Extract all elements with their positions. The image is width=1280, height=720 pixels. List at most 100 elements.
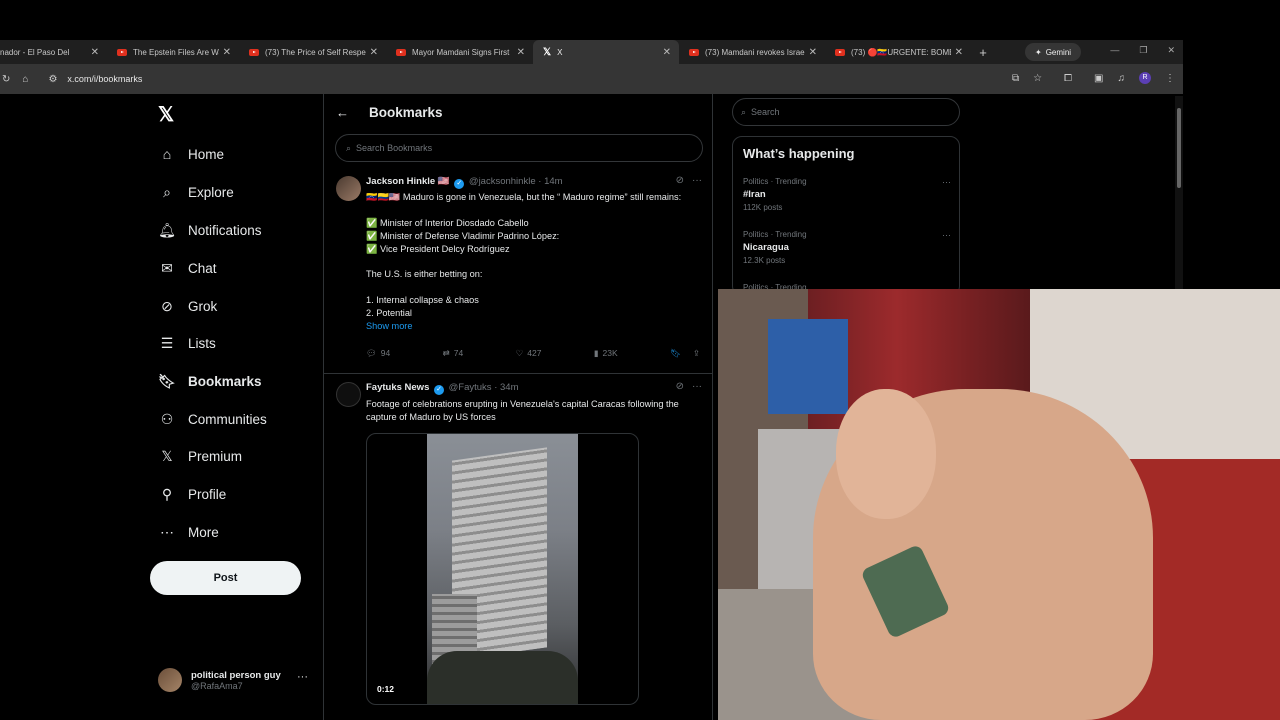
close-tab-icon[interactable]: ✕	[517, 47, 525, 58]
tab-3[interactable]: Mayor Mamdani Signs First ✕	[386, 40, 533, 64]
tab-2[interactable]: (73) The Price of Self Respect ✕	[239, 40, 386, 64]
grok-icon[interactable]: ⊘	[676, 381, 684, 392]
tab-title: Mayor Mamdani Signs First	[412, 47, 510, 57]
post-button[interactable]: Post	[150, 561, 301, 595]
page-title: Bookmarks	[369, 104, 443, 120]
trend-item[interactable]: Politics · Trending #Iran 112K posts ···	[743, 177, 951, 212]
gemini-button[interactable]: ✦ Gemini	[1025, 43, 1082, 61]
like-button[interactable]: ♡ 427	[516, 348, 542, 359]
reload-icon[interactable]: ↻	[2, 74, 10, 85]
close-window-icon[interactable]: ✕	[1167, 45, 1175, 56]
account-switcher[interactable]: political person guy @RafaAma7 ···	[158, 665, 318, 695]
trend-posts: 12.3K posts	[743, 256, 786, 265]
tweet[interactable]: Faytuks News ✓ @Faytuks · 34m ⊘ ··· Foot…	[324, 378, 712, 718]
video-frame	[427, 434, 578, 704]
sidebar-item-label: More	[188, 524, 219, 540]
tab-6[interactable]: (73) 🔴🇻🇪URGENTE: BOMBA ✕	[825, 40, 971, 64]
close-tab-icon[interactable]: ✕	[663, 47, 671, 58]
install-app-icon[interactable]: ⧉	[1012, 73, 1019, 84]
sidebar-item-label: Lists	[188, 335, 216, 351]
tweet-tools: ⊘ ···	[676, 381, 702, 392]
author-handle[interactable]: @Faytuks	[449, 382, 492, 393]
tweet[interactable]: Jackson Hinkle 🇺🇸 ✓ @jacksonhinkle · 14m…	[324, 172, 712, 374]
trend-item[interactable]: Politics · Trending Nicaragua 12.3K post…	[743, 230, 951, 265]
close-tab-icon[interactable]: ✕	[223, 47, 231, 58]
menu-icon[interactable]: ⋮	[1165, 73, 1175, 84]
main-header: ← Bookmarks	[324, 94, 712, 130]
media-icon[interactable]: ♫	[1118, 73, 1126, 84]
window-controls: — ❐ ✕	[1110, 45, 1175, 56]
tab-4-active[interactable]: 𝕏 X ✕	[533, 40, 679, 64]
video-player[interactable]: 0:12	[366, 433, 639, 705]
maximize-icon[interactable]: ❐	[1139, 45, 1147, 56]
views-button[interactable]: ▮ 23K	[594, 348, 618, 359]
avatar[interactable]	[336, 176, 361, 201]
more-dots-icon[interactable]: ···	[692, 175, 702, 186]
profile-avatar[interactable]: R	[1139, 72, 1151, 84]
home-icon: ⌂	[162, 146, 172, 162]
sidebar-item-label: Profile	[188, 486, 227, 502]
sidebar-item-label: Explore	[188, 184, 234, 200]
sidebar-item-communities[interactable]: ⚇ Communities	[158, 406, 267, 432]
sidebar-item-lists[interactable]: ☰ Lists	[158, 330, 216, 356]
split-view-icon[interactable]: ▣	[1094, 73, 1103, 84]
sidebar-item-home[interactable]: ⌂ Home	[158, 141, 224, 167]
share-icon[interactable]: ⇪	[693, 348, 700, 358]
tab-5[interactable]: (73) Mamdani revokes Israel ✕	[679, 40, 825, 64]
show-more-link[interactable]: Show more	[366, 320, 684, 333]
bookmark-button[interactable]: 🔖︎ ⇪	[670, 348, 700, 359]
youtube-icon	[689, 48, 699, 56]
close-tab-icon[interactable]: ✕	[955, 47, 963, 58]
tab-0[interactable]: nador - El Paso Del ✕	[0, 40, 107, 64]
author-handle[interactable]: @jacksonhinkle	[469, 176, 536, 187]
back-arrow-icon[interactable]: ←	[336, 105, 349, 120]
site-info-icon[interactable]: ⚙	[48, 74, 57, 85]
more-dots-icon[interactable]: ···	[692, 381, 702, 392]
person-icon: ⚲	[161, 485, 173, 502]
tab-1[interactable]: The Epstein Files Are Way W ✕	[107, 40, 239, 64]
sidebar-item-grok[interactable]: ⊘ Grok	[158, 293, 217, 319]
more-dots-icon[interactable]: ···	[297, 671, 308, 683]
youtube-icon	[396, 48, 406, 56]
sidebar-item-explore[interactable]: ⌕ Explore	[158, 179, 234, 205]
extensions-icon[interactable]: ⧠	[1064, 73, 1072, 84]
close-tab-icon[interactable]: ✕	[809, 47, 817, 58]
bookmark-search-input[interactable]: ⌕ Search Bookmarks	[335, 134, 703, 162]
sidebar-item-notifications[interactable]: 🔔︎ Notifications	[158, 217, 261, 243]
more-dots-icon[interactable]: ···	[942, 230, 951, 240]
avatar[interactable]	[336, 382, 361, 407]
sidebar-item-chat[interactable]: ✉ Chat	[158, 255, 216, 281]
grok-icon[interactable]: ⊘	[676, 175, 684, 186]
tweet-time[interactable]: 34m	[500, 382, 518, 393]
home-browser-icon[interactable]: ⌂	[22, 74, 28, 85]
scrollbar-thumb[interactable]	[1177, 108, 1181, 188]
star-icon[interactable]: ☆	[1033, 73, 1042, 84]
sidebar-nav: 𝕏 ⌂ Home ⌕ Explore 🔔︎ Notifications ✉ Chat ⊘ Grok…	[148, 94, 323, 720]
sidebar-item-bookmarks[interactable]: 🔖︎ Bookmarks	[158, 368, 261, 394]
verified-icon: ✓	[454, 179, 465, 189]
close-tab-icon[interactable]: ✕	[370, 47, 378, 58]
x-logo-icon: 𝕏	[543, 46, 552, 58]
webcam-boxes	[768, 319, 848, 414]
more-dots-icon[interactable]: ···	[942, 177, 951, 187]
x-logo-icon[interactable]: 𝕏	[158, 102, 174, 127]
sidebar-item-more[interactable]: ⋯ More	[158, 519, 219, 545]
author-name[interactable]: Faytuks News	[366, 382, 429, 393]
sidebar-item-premium[interactable]: 𝕏 Premium	[158, 443, 242, 469]
sidebar-item-profile[interactable]: ⚲ Profile	[158, 481, 226, 507]
url-field[interactable]: x.com/i/bookmarks	[67, 74, 142, 84]
tweet-line	[366, 204, 684, 217]
trend-name: #Iran	[743, 189, 766, 200]
minimize-icon[interactable]: —	[1110, 45, 1119, 56]
close-tab-icon[interactable]: ✕	[91, 47, 99, 58]
repost-button[interactable]: ⇄ 74	[443, 348, 464, 359]
whats-happening-panel: What’s happening Politics · Trending #Ir…	[732, 136, 960, 296]
new-tab-button[interactable]: +	[971, 45, 995, 60]
author-name[interactable]: Jackson Hinkle 🇺🇸	[366, 176, 450, 187]
tweet-header: Jackson Hinkle 🇺🇸 ✓ @jacksonhinkle · 14m	[366, 176, 563, 189]
reply-button[interactable]: 💬︎ 94	[366, 348, 390, 359]
search-input[interactable]: ⌕ Search	[732, 98, 960, 126]
tweet-time[interactable]: 14m	[544, 176, 562, 187]
bell-icon: 🔔︎	[158, 221, 176, 238]
webcam-overlay	[718, 289, 1280, 720]
